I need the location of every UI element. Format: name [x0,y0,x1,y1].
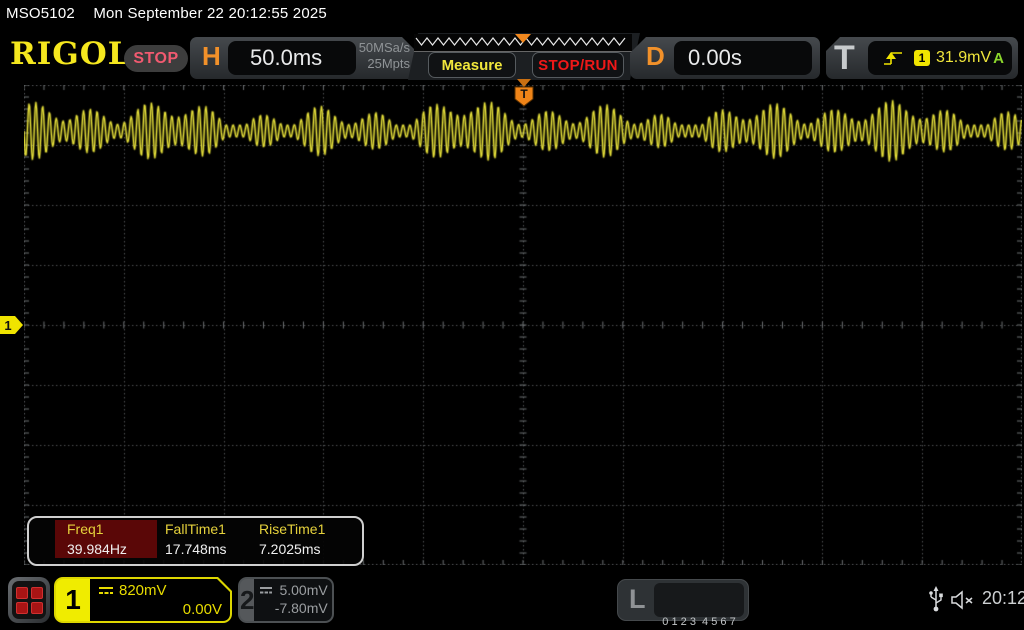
dc-coupling-icon [98,586,114,596]
waveform-display[interactable] [24,85,1022,565]
svg-text:1: 1 [4,318,11,333]
svg-text:T: T [520,87,528,101]
trigger-source-badge: 1 [914,50,930,66]
rigol-logo: RIGOL [10,36,131,72]
delay-field[interactable]: 0.00s [674,41,812,75]
channel2-badge: 2 [240,579,255,621]
horizontal-label: H [202,41,221,71]
datetime-text: Mon September 22 20:12:55 2025 [93,5,327,22]
run-stop-button[interactable]: STOP/RUN [532,52,624,78]
status-bar: MSO5102 Mon September 22 20:12:55 2025 [6,5,327,22]
channel2-tab[interactable]: 2 5.00mV -7.80mV [238,577,334,623]
delay-panel[interactable]: D 0.00s [630,37,820,79]
channel1-tab[interactable]: 1 820mV 0.00V [54,577,232,623]
horizontal-panel[interactable]: H 50.0ms 50MSa/s 25Mpts [190,37,418,79]
trigger-field[interactable]: 1 31.9mV A [868,41,1012,75]
acquisition-status-badge: STOP [124,45,188,72]
measurement-falltime[interactable]: FallTime1 17.748ms [165,521,226,557]
usb-icon [929,586,943,612]
windows-menu-button[interactable] [8,577,50,623]
dc-coupling-icon [260,586,273,593]
channel1-offset-marker-icon[interactable]: 1 [0,314,25,336]
sample-rate-block: 50MSa/s 25Mpts [359,40,410,73]
channel1-badge: 1 [56,579,90,621]
trigger-level-value: 31.9mV [936,49,992,66]
windows-grid-icon [12,581,46,619]
channel2-offset: -7.80mV [274,600,328,616]
measurement-freq[interactable]: Freq1 39.984Hz [67,521,127,557]
delay-label: D [646,41,665,71]
trigger-panel[interactable]: T 1 31.9mV A [826,37,1018,79]
trigger-position-marker-icon[interactable]: T [511,79,537,108]
timebase-field[interactable]: 50.0ms [228,41,356,75]
logic-analyzer-label: L [629,584,646,614]
sample-rate: 50MSa/s [358,40,410,55]
timebase-value: 50.0ms [250,45,323,70]
measurement-risetime[interactable]: RiseTime1 7.2025ms [259,521,325,557]
channel1-offset: 0.00V [182,601,222,618]
clock-text: 20:12 [982,588,1024,608]
speaker-muted-icon[interactable] [950,590,976,610]
zigzag-wave-icon [415,34,626,46]
logic-channel-list: 0 1 2 3 4 5 6 7 8 9 1011 12131415 [654,583,744,628]
trigger-sweep-mode: A [993,49,1004,67]
delay-value: 0.00s [688,45,742,70]
measure-button[interactable]: Measure [428,52,516,78]
waveform-position-indicator[interactable] [414,34,632,52]
model-name: MSO5102 [6,5,75,22]
memory-depth: 25Mpts [367,56,410,72]
logic-analyzer-tab[interactable]: L 0 1 2 3 4 5 6 7 8 9 1011 12131415 [617,579,749,628]
measurement-results-box[interactable]: Freq1 39.984Hz FallTime1 17.748ms RiseTi… [27,516,364,566]
trigger-slope-icon [884,52,902,65]
trigger-label: T [834,39,855,77]
channel2-scale: 5.00mV [279,582,328,598]
channel1-scale: 820mV [119,582,167,599]
oscilloscope-screen: MSO5102 Mon September 22 20:12:55 2025 R… [0,0,1024,630]
